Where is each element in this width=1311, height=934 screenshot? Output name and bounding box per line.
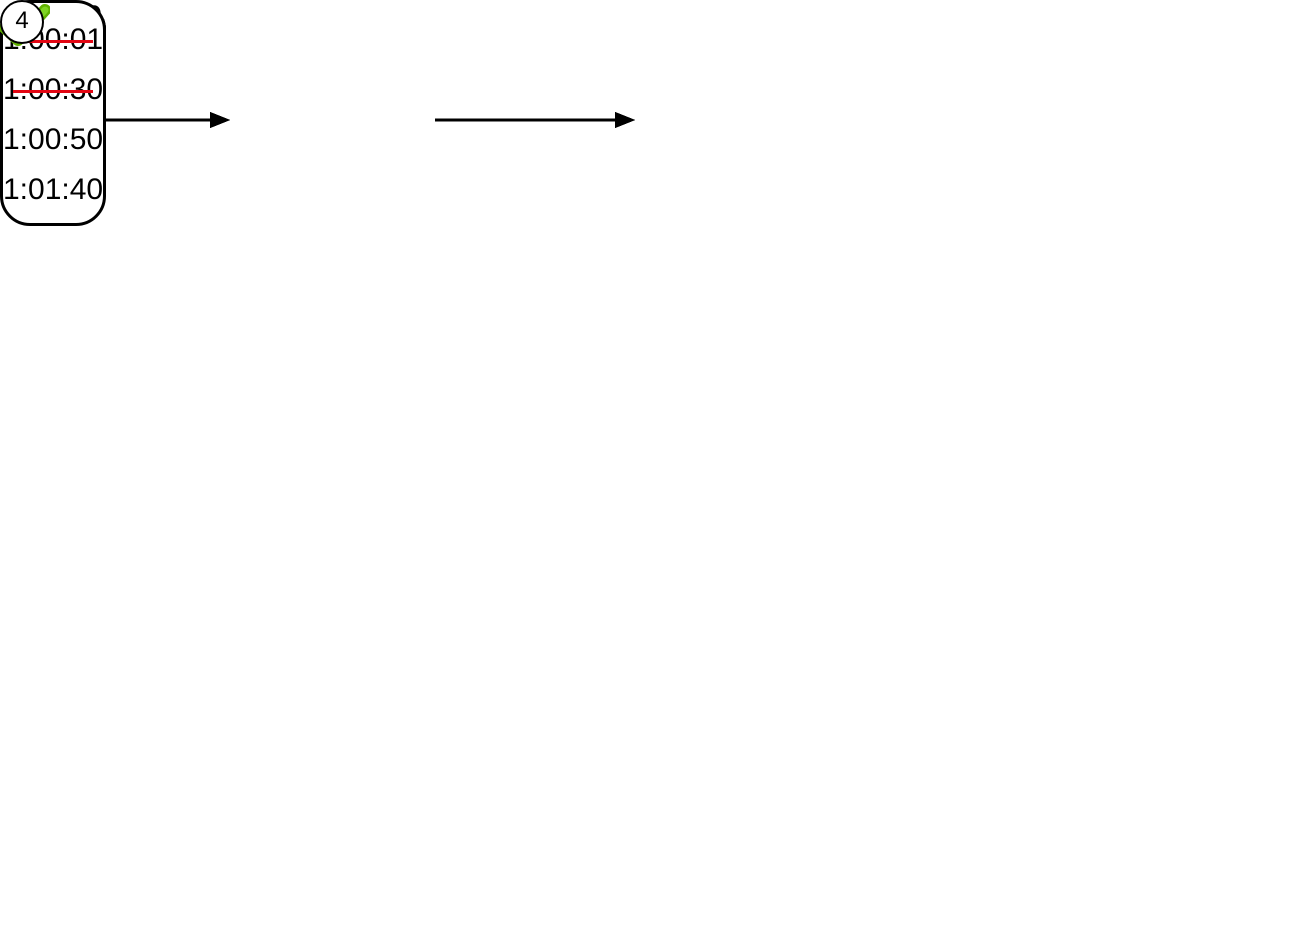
- diagram-stage: 1:00:01 1:00:01 1 1:00:30 1:00:01 1:00:: [0, 0, 1311, 934]
- step-number: 4: [0, 0, 44, 44]
- queue-entry-struck: 1:00:30: [3, 73, 103, 107]
- queue-entry: 1:00:50: [3, 123, 103, 157]
- queue-entry: 1:01:40: [3, 173, 103, 207]
- panel-4: 1:01:40 1:00:01 1:00:30 1:00:50 1:01:40 …: [0, 0, 655, 460]
- arrow-out-icon: [435, 105, 635, 135]
